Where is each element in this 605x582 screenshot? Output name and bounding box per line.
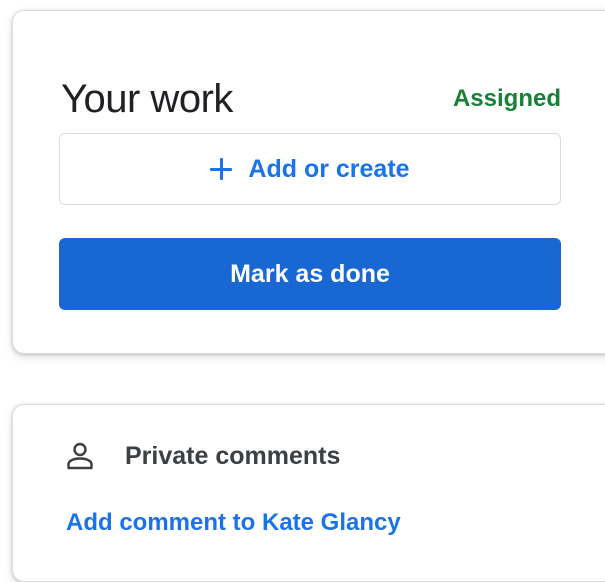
add-or-create-label: Add or create [248,154,410,183]
private-comments-title: Private comments [125,441,341,470]
status-badge: Assigned [452,85,561,112]
mark-as-done-label: Mark as done [230,259,390,288]
private-comments-card: Private comments Add comment to Kate Gla… [12,404,605,582]
private-comments-header: Private comments [65,441,340,471]
your-work-card: Your work Assigned Add or create Mark as… [12,10,605,354]
person-icon [65,441,95,471]
mark-as-done-button[interactable]: Mark as done [59,238,561,310]
add-or-create-button[interactable]: Add or create [59,133,561,205]
your-work-title: Your work [61,76,233,121]
add-comment-link[interactable]: Add comment to Kate Glancy [66,509,401,537]
plus-icon [210,158,233,180]
your-work-header: Your work Assigned [61,69,561,129]
